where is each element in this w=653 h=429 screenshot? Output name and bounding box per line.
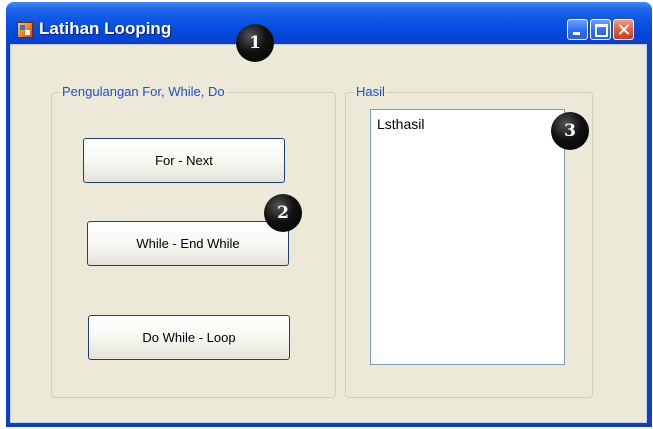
callout-marker-1: 1	[236, 24, 274, 62]
callout-marker-2: 2	[264, 194, 302, 232]
for-next-button[interactable]: For - Next	[83, 138, 285, 183]
window-title: Latihan Looping	[39, 19, 172, 38]
close-button[interactable]	[613, 19, 634, 40]
minimize-button[interactable]	[567, 19, 588, 40]
form-client-area: Pengulangan For, While, Do For - Next Wh…	[10, 44, 647, 423]
hasil-group-legend: Hasil	[354, 84, 387, 99]
while-end-while-button[interactable]: While - End While	[87, 221, 289, 266]
callout-marker-3: 3	[551, 112, 589, 150]
app-form-icon[interactable]	[17, 22, 33, 38]
do-while-loop-button[interactable]: Do While - Loop	[88, 315, 290, 360]
listbox-item[interactable]: Lsthasil	[377, 116, 558, 132]
maximize-button[interactable]	[590, 19, 611, 40]
title-bar[interactable]: Latihan Looping	[6, 2, 652, 44]
app-window: Latihan Looping Pengulangan For, While, …	[6, 2, 652, 427]
loop-groupbox: Pengulangan For, While, Do For - Next Wh…	[51, 84, 336, 398]
hasil-listbox[interactable]: Lsthasil	[370, 109, 565, 365]
loop-group-legend: Pengulangan For, While, Do	[60, 84, 227, 99]
